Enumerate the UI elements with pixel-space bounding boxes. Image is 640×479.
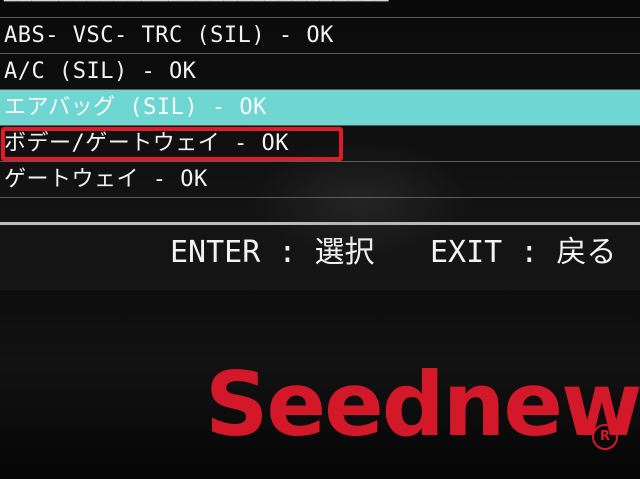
system-menu-list: ──────────────────────────── ABS- VSC- T… — [0, 0, 640, 198]
key-hints: ENTER : 選択 EXIT : 戻る — [0, 228, 640, 278]
brand-logo: Seednew — [205, 353, 640, 456]
list-item-body-gateway-wrap: ボデー/ゲートウェイ - OK — [0, 126, 640, 162]
list-item-body-gateway[interactable]: ボデー/ゲートウェイ - OK — [0, 126, 344, 162]
list-item-airbag[interactable]: エアバッグ (SIL) - OK — [0, 90, 640, 126]
footer-separator — [0, 222, 640, 225]
enter-select-hint: ENTER : 選択 — [170, 235, 375, 270]
diagnostic-device: ──────────────────────────── ABS- VSC- T… — [0, 0, 640, 479]
list-item-cut-off: ──────────────────────────── — [0, 0, 640, 18]
list-item-ac[interactable]: A/C (SIL) - OK — [0, 54, 640, 90]
exit-back-hint: EXIT : 戻る — [430, 235, 617, 270]
list-item-abs-vsc-trc[interactable]: ABS- VSC- TRC (SIL) - OK — [0, 18, 640, 54]
registered-mark-icon: R — [592, 424, 618, 450]
device-screen: ──────────────────────────── ABS- VSC- T… — [0, 0, 640, 290]
list-item-gateway[interactable]: ゲートウェイ - OK — [0, 162, 640, 198]
